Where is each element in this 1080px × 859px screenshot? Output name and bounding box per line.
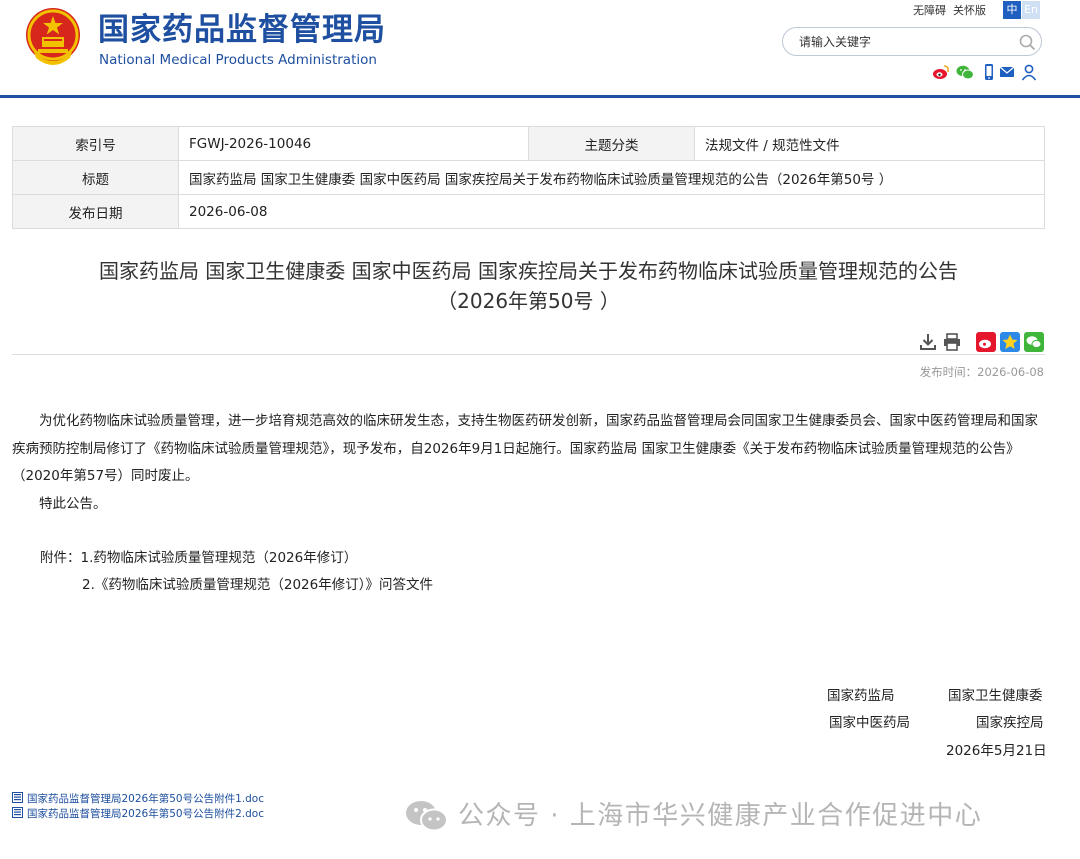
attachment-line-2: 2.《药物临床试验质量管理规范（2026年修订）》问答文件	[82, 577, 433, 593]
search-icon[interactable]	[1019, 34, 1036, 51]
site-header: 国家药品监督管理局 National Medical Products Admi…	[0, 0, 1080, 96]
mail-icon[interactable]	[998, 63, 1016, 81]
title-label: 标题	[12, 160, 179, 195]
search-input[interactable]	[799, 32, 1009, 52]
table-row: 索引号 FGWJ-2026-10046 主题分类 法规文件 / 规范性文件	[12, 126, 1045, 161]
wechat-share-icon[interactable]	[1024, 332, 1044, 352]
list-item: 国家药品监督管理局2026年第50号公告附件1.doc	[12, 792, 264, 807]
article-title-line2: （2026年第50号 ）	[437, 289, 620, 313]
date-label: 发布日期	[12, 194, 179, 229]
publish-time: 发布时间：2026-06-08	[920, 364, 1044, 380]
attachment-file-link-1[interactable]: 国家药品监督管理局2026年第50号公告附件1.doc	[27, 793, 264, 805]
print-icon[interactable]	[942, 332, 962, 352]
watermark-text: 公众号 · 上海市华兴健康产业合作促进中心	[458, 801, 983, 831]
publish-time-value: 2026-06-08	[977, 365, 1044, 379]
doc-file-icon	[12, 807, 23, 818]
attachment-files: 国家药品监督管理局2026年第50号公告附件1.doc 国家药品监督管理局202…	[12, 792, 264, 822]
table-row: 发布日期 2026-06-08	[12, 194, 1045, 229]
signature-org-1: 国家药监局	[827, 688, 895, 704]
publish-time-label: 发布时间：	[919, 365, 978, 379]
topic-label: 主题分类	[528, 126, 695, 161]
site-title-en: National Medical Products Administration	[99, 52, 377, 68]
list-item: 国家药品监督管理局2026年第50号公告附件2.doc	[12, 807, 264, 822]
signature-org-4: 国家疾控局	[976, 715, 1044, 731]
index-label: 索引号	[12, 126, 179, 161]
signature-org-3: 国家中医药局	[829, 715, 910, 731]
attachment-line-1: 附件：1.药物临床试验质量管理规范（2026年修订）	[40, 550, 358, 566]
title-value: 国家药监局 国家卫生健康委 国家中医药局 国家疾控局关于发布药物临床试验质量管理…	[178, 160, 1045, 195]
signature-org-2: 国家卫生健康委	[948, 688, 1043, 704]
download-icon[interactable]	[918, 332, 938, 352]
attachment-file-link-2[interactable]: 国家药品监督管理局2026年第50号公告附件2.doc	[27, 808, 264, 820]
site-title-cn: 国家药品监督管理局	[98, 12, 386, 48]
lang-en-button[interactable]: En	[1022, 1, 1040, 19]
elderly-mode-link[interactable]: 关怀版	[953, 4, 986, 18]
header-divider	[0, 95, 1080, 98]
lang-zh-button[interactable]: 中	[1003, 1, 1021, 19]
accessibility-link[interactable]: 无障碍	[913, 4, 946, 18]
qzone-share-icon[interactable]	[1000, 332, 1020, 352]
article-paragraph-closing: 特此公告。	[39, 495, 107, 512]
title-divider	[12, 354, 1045, 355]
mobile-icon[interactable]	[980, 63, 998, 81]
article-title-line1: 国家药监局 国家卫生健康委 国家中医药局 国家疾控局关于发布药物临床试验质量管理…	[98, 259, 959, 283]
metadata-table: 索引号 FGWJ-2026-10046 主题分类 法规文件 / 规范性文件 标题…	[12, 126, 1045, 229]
wechat-icon[interactable]	[956, 63, 974, 81]
doc-file-icon	[12, 792, 23, 803]
national-emblem-icon	[26, 8, 80, 65]
index-value: FGWJ-2026-10046	[178, 126, 529, 161]
signature-date: 2026年5月21日	[946, 743, 1047, 759]
wechat-watermark-icon	[406, 801, 448, 832]
weibo-icon[interactable]	[932, 63, 950, 81]
user-icon[interactable]	[1020, 63, 1038, 81]
article-body: 为优化药物临床试验质量管理，进一步培育规范高效的临床研发生态，支持生物医药研发创…	[12, 408, 1045, 518]
topic-value: 法规文件 / 规范性文件	[694, 126, 1045, 161]
search-box	[782, 27, 1042, 56]
table-row: 标题 国家药监局 国家卫生健康委 国家中医药局 国家疾控局关于发布药物临床试验质…	[12, 160, 1045, 195]
article-title: 国家药监局 国家卫生健康委 国家中医药局 国家疾控局关于发布药物临床试验质量管理…	[12, 256, 1045, 316]
weibo-share-icon[interactable]	[976, 332, 996, 352]
date-value: 2026-06-08	[178, 194, 1045, 229]
article-paragraph: 为优化药物临床试验质量管理，进一步培育规范高效的临床研发生态，支持生物医药研发创…	[12, 413, 1038, 484]
